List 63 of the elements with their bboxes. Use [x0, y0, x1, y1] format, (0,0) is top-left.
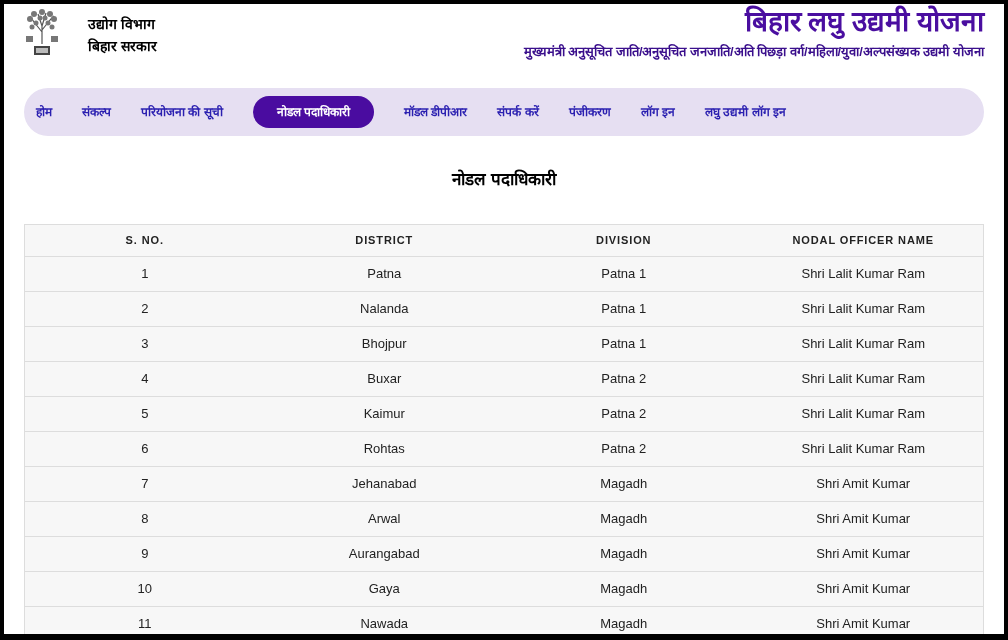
tree-emblem-icon: [24, 8, 60, 56]
table-cell-text: Kaimur: [363, 405, 405, 424]
table-cell-text: Patna 2: [601, 405, 647, 424]
table-cell-text: 3: [141, 335, 149, 354]
nav-link[interactable]: मॉडल डीपीआर: [404, 96, 468, 128]
nav-link[interactable]: लॉग इन: [640, 96, 676, 128]
table-cell-text: 1: [141, 265, 149, 284]
column-header: S. NO.: [125, 233, 164, 249]
table-cell-text: Nalanda: [360, 300, 409, 319]
nav-link[interactable]: होम: [36, 96, 52, 128]
table-cell-text: Shri Amit Kumar: [816, 545, 911, 564]
table-cell-text: Magadh: [600, 545, 648, 564]
table-cell-text: Patna 1: [601, 335, 647, 354]
table-cell-text: Shri Lalit Kumar Ram: [801, 370, 925, 389]
table-cell-text: Patna 1: [601, 300, 647, 319]
table-cell-text: Patna 1: [601, 265, 647, 284]
table-cell-text: Arwal: [368, 510, 401, 529]
nav-link[interactable]: संपर्क करें: [497, 96, 539, 128]
table-cell-text: Magadh: [600, 510, 648, 529]
table-cell-text: 6: [141, 440, 149, 459]
table-cell-text: 11: [138, 615, 152, 634]
table-cell-text: Magadh: [600, 475, 648, 494]
table-cell-text: Rohtas: [363, 440, 405, 459]
table-cell-text: Nawada: [360, 615, 409, 634]
table-cell-text: 7: [141, 475, 149, 494]
column-header: NODAL OFFICER NAME: [792, 233, 934, 249]
table-cell-text: Gaya: [368, 580, 400, 599]
scheme-subtitle: मुख्यमंत्री अनुसूचित जाति/अनुसूचित जनजाति/अति पिछड़ा वर्ग/महिला/युवा/अल्पसंख्यक उद्यमी योजना: [523, 43, 984, 62]
table-cell-text: Shri Lalit Kumar Ram: [801, 440, 925, 459]
table-cell-text: Patna: [367, 265, 402, 284]
government-name: बिहार सरकार: [88, 37, 157, 56]
table-cell-text: Shri Amit Kumar: [816, 475, 911, 494]
nav-link[interactable]: लघु उद्यमी लॉग इन: [705, 96, 787, 128]
table-cell-text: 2: [141, 300, 149, 319]
column-header: DIVISION: [596, 233, 652, 249]
table-cell-text: Bhojpur: [361, 335, 407, 354]
table-cell-text: 8: [141, 510, 149, 529]
table-cell-text: Buxar: [367, 370, 402, 389]
table-cell-text: Patna 2: [601, 370, 647, 389]
table-cell-text: Shri Lalit Kumar Ram: [801, 405, 925, 424]
table-cell-text: Aurangabad: [348, 545, 420, 564]
table-cell-text: 5: [141, 405, 149, 424]
nav-link[interactable]: परियोजना की सूची: [141, 96, 223, 128]
table-cell-text: Shri Amit Kumar: [816, 510, 911, 529]
table-cell-text: Shri Lalit Kumar Ram: [801, 300, 925, 319]
table-cell-text: 9: [141, 545, 149, 564]
column-header: DISTRICT: [355, 233, 414, 249]
table-cell-text: Patna 2: [601, 440, 647, 459]
table-cell-text: Shri Lalit Kumar Ram: [801, 265, 925, 284]
table-cell-text: Jehanabad: [352, 475, 417, 494]
table-cell-text: Magadh: [600, 580, 648, 599]
table-cell-text: Magadh: [600, 615, 648, 634]
nav-link[interactable]: संकल्प: [82, 96, 111, 128]
nav-link[interactable]: पंजीकरण: [568, 96, 611, 128]
table-cell-text: Shri Amit Kumar: [816, 615, 911, 634]
table-cell-text: 4: [141, 370, 149, 389]
department-name: उद्योग विभाग: [88, 15, 157, 34]
table-cell-text: 10: [137, 580, 152, 599]
nav-link[interactable]: नोडल पदाधिकारी: [252, 96, 374, 128]
page-heading: नोडल पदाधिकारी: [452, 168, 556, 191]
table-cell-text: Shri Amit Kumar: [816, 580, 911, 599]
scheme-title: बिहार लघु उद्यमी योजना: [744, 5, 984, 39]
table-cell-text: Shri Lalit Kumar Ram: [801, 335, 925, 354]
